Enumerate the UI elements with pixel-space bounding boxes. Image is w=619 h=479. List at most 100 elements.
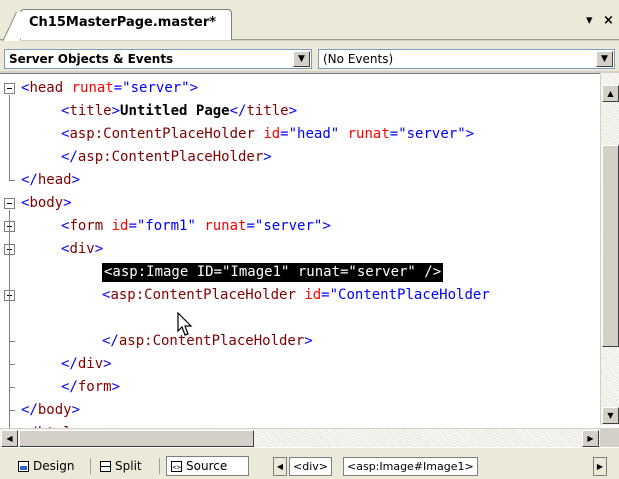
split-label: Split [115, 459, 142, 473]
code-token: </ [61, 149, 78, 165]
code-token: title [69, 103, 112, 119]
outline-end-tick [9, 364, 15, 365]
design-view-button[interactable]: Design [14, 456, 78, 476]
code-line[interactable]: <form id="form1" runat="server"> [0, 215, 600, 238]
code-token: div [69, 241, 95, 257]
code-line[interactable]: </form> [0, 376, 600, 399]
svg-text:<>: <> [173, 463, 181, 471]
breadcrumb-right-icon[interactable]: ▶ [593, 457, 607, 476]
source-code-editor[interactable]: <head runat="server"> <title>Untitled Pag… [0, 73, 619, 447]
design-icon [18, 460, 29, 472]
code-token: </ [229, 103, 247, 119]
code-token: ="server"> [389, 126, 475, 142]
code-token: div [77, 356, 104, 372]
split-view-button[interactable]: Split [96, 456, 146, 476]
code-token: > [288, 103, 298, 119]
scroll-right-icon[interactable]: ▶ [582, 430, 599, 447]
source-label: Source [186, 459, 228, 473]
breadcrumb-div[interactable]: <div> [289, 457, 332, 476]
horizontal-scroll-thumb[interactable] [19, 430, 254, 447]
code-line-text: </body> [21, 399, 80, 422]
scroll-down-icon[interactable]: ▼ [602, 407, 619, 424]
code-line-text: <title>Untitled Page</title> [61, 100, 297, 123]
code-line[interactable]: <asp:ContentPlaceHolder id="ContentPlace… [0, 284, 600, 307]
scrollbar-corner [600, 428, 619, 447]
code-token: > [304, 333, 313, 349]
code-token: runat [204, 218, 247, 234]
code-token: runat [71, 80, 114, 96]
code-line-text: </asp:ContentPlaceHolder> [61, 146, 272, 169]
code-line[interactable]: </body> [0, 399, 600, 422]
code-line[interactable]: <div> [0, 238, 600, 261]
view-switcher-bar: Design Split <> Source ◀ <div> <asp:Imag… [0, 447, 619, 479]
outline-guide [9, 95, 10, 181]
chevron-down-icon[interactable]: ▼ [293, 51, 310, 67]
code-token: </ [102, 333, 119, 349]
code-token: form [69, 218, 104, 234]
code-line[interactable]: </asp:ContentPlaceHolder> [0, 330, 600, 353]
vertical-scrollbar[interactable]: ▲ ▼ [600, 73, 619, 425]
code-token: Untitled Page [120, 103, 230, 119]
code-line[interactable]: <body> [0, 192, 600, 215]
code-line-text: <head runat="server"> [21, 77, 198, 100]
code-line[interactable]: <title>Untitled Page</title> [0, 100, 600, 123]
events-dropdown[interactable]: (No Events) ▼ [318, 49, 615, 69]
code-line-text: </div> [61, 353, 112, 376]
code-line-text: <form id="form1" runat="server"> [61, 215, 331, 238]
outline-guide [9, 210, 10, 434]
vertical-scroll-thumb[interactable] [602, 145, 619, 347]
outline-end-tick [9, 341, 15, 342]
design-label: Design [33, 459, 75, 473]
code-token: head [29, 80, 64, 96]
code-line[interactable] [0, 307, 600, 330]
source-view-button[interactable]: <> Source [166, 456, 249, 476]
scroll-left-icon[interactable]: ◀ [1, 430, 18, 447]
tab-dropdown-icon[interactable]: ▾ [586, 13, 593, 28]
code-line[interactable]: </asp:ContentPlaceHolder> [0, 146, 600, 169]
events-value: (No Events) [323, 52, 394, 66]
code-line-text: <asp:ContentPlaceHolder id="ContentPlace… [102, 284, 490, 307]
code-token: form [77, 379, 112, 395]
scroll-up-icon[interactable]: ▲ [602, 85, 619, 102]
outline-end-tick [9, 180, 15, 181]
code-token: id [111, 218, 129, 234]
code-token: > [103, 356, 112, 372]
source-icon: <> [171, 460, 182, 472]
breadcrumb-left-icon[interactable]: ◀ [273, 457, 287, 476]
close-icon[interactable]: × [603, 13, 614, 28]
code-token: </ [61, 379, 78, 395]
server-objects-dropdown[interactable]: Server Objects & Events ▼ [4, 49, 312, 69]
code-token: id [263, 126, 281, 142]
horizontal-scrollbar[interactable]: ◀ ▶ [0, 428, 600, 447]
collapse-icon[interactable] [4, 198, 15, 209]
navigation-dropdown-bar: Server Objects & Events ▼ (No Events) ▼ [0, 41, 619, 71]
code-line[interactable]: </head> [0, 169, 600, 192]
divider [159, 458, 160, 474]
code-token: > [94, 241, 104, 257]
code-token: </ [21, 172, 38, 188]
breadcrumb-asp-image[interactable]: <asp:Image#Image1> [343, 457, 478, 476]
code-line[interactable]: <asp:ContentPlaceHolder id="head" runat=… [0, 123, 600, 146]
chevron-down-icon[interactable]: ▼ [596, 51, 613, 67]
code-token: ="server"> [246, 218, 331, 234]
outline-end-tick [9, 387, 15, 388]
collapse-icon[interactable] [4, 83, 15, 94]
code-token: body [29, 195, 64, 211]
code-token: asp:ContentPlaceHolder [77, 149, 264, 165]
code-token: > [71, 402, 81, 418]
code-token: > [71, 172, 81, 188]
code-token: </ [21, 402, 38, 418]
code-token: asp:ContentPlaceHolder [110, 287, 296, 303]
code-line[interactable]: <head runat="server"> [0, 77, 600, 100]
document-tab[interactable]: Ch15MasterPage.master* [20, 9, 232, 40]
selected-code[interactable]: <asp:Image ID="Image1" runat="server" /> [102, 263, 444, 282]
code-line[interactable]: </div> [0, 353, 600, 376]
code-token: ="head" [280, 126, 348, 142]
code-line-text: </asp:ContentPlaceHolder> [102, 330, 313, 353]
code-token: > [111, 103, 121, 119]
code-token: title [246, 103, 289, 119]
code-line-text: <asp:Image ID="Image1" runat="server" /> [102, 261, 444, 284]
code-line[interactable]: <asp:Image ID="Image1" runat="server" /> [0, 261, 600, 284]
code-token: </ [61, 356, 78, 372]
